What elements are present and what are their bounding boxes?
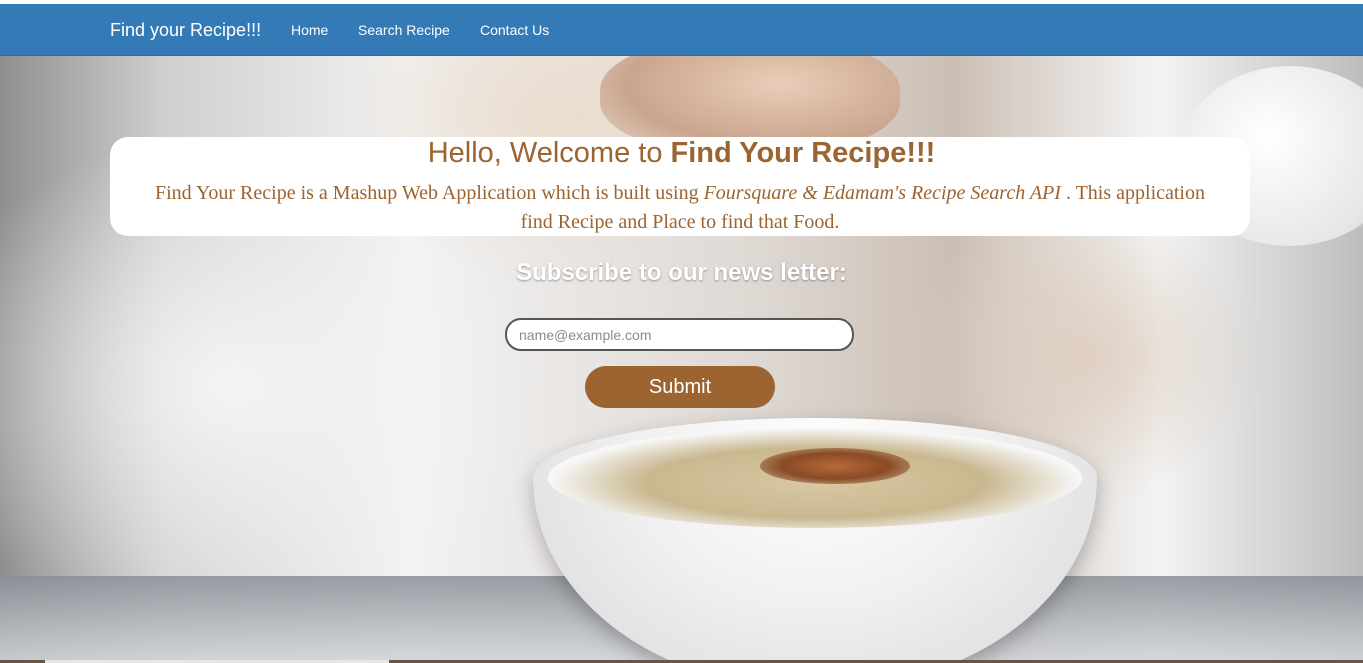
- description-api-names: Foursquare & Edamam's Recipe Search API: [703, 182, 1061, 204]
- submit-button[interactable]: Submit: [585, 366, 775, 408]
- description-start: Find Your Recipe is a Mashup Web Applica…: [155, 182, 704, 204]
- welcome-description: Find Your Recipe is a Mashup Web Applica…: [145, 179, 1215, 237]
- top-navbar: Find your Recipe!!! Home Search Recipe C…: [0, 4, 1363, 56]
- welcome-title-brand: Find Your Recipe!!!: [670, 137, 936, 169]
- subscribe-heading: Subscribe to our news letter:: [516, 259, 847, 286]
- welcome-title: Hello, Welcome to Find Your Recipe!!!: [0, 136, 1363, 170]
- newsletter-email-input[interactable]: [505, 318, 854, 351]
- nav-link-home[interactable]: Home: [291, 21, 328, 39]
- nav-link-search-recipe[interactable]: Search Recipe: [358, 21, 450, 39]
- welcome-title-prefix: Hello, Welcome to: [427, 137, 671, 169]
- food-garnish-shape: [760, 448, 910, 484]
- page: Find your Recipe!!! Home Search Recipe C…: [0, 0, 1363, 663]
- brand-link[interactable]: Find your Recipe!!!: [110, 19, 261, 41]
- nav-link-contact-us[interactable]: Contact Us: [480, 21, 549, 39]
